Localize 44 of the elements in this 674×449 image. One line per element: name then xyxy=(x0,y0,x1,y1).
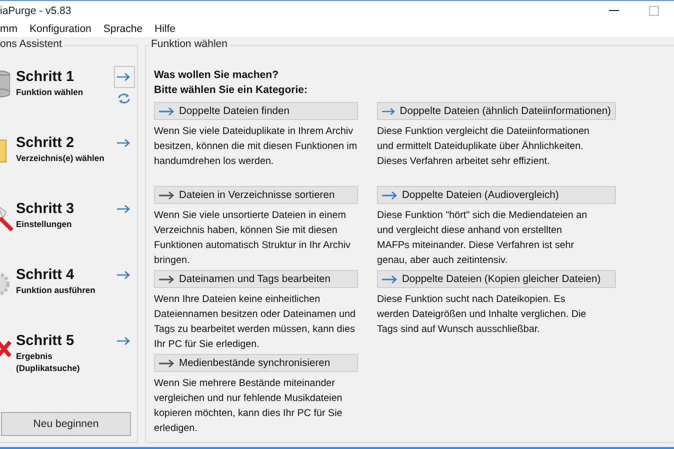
function-button[interactable]: Doppelte Dateien (Audiovergleich) xyxy=(377,186,616,204)
function-description: Diese Funktion sucht nach Dateikopien. Es werden Dateigrößen und Inhalte verglichen. Die Tags sind auf Wunsch ausschließbar. xyxy=(377,293,588,337)
panel-title: Funktion wählen xyxy=(149,38,230,50)
function-description: Wenn Sie viele Dateiduplikate in Ihrem Archiv besitzen, können die mit diesen Funktionen im handumdrehen los werden. xyxy=(154,125,358,169)
arrow-icon xyxy=(117,138,131,148)
question-text: Was wollen Sie machen? xyxy=(154,68,280,83)
function-button[interactable]: Doppelte Dateien finden xyxy=(154,102,358,120)
step-subtitle: Einstellungen xyxy=(16,218,73,230)
restart-button[interactable]: Neu beginnen xyxy=(1,412,131,436)
arrow-icon xyxy=(117,270,131,280)
function-description: Wenn Ihre Dateien keine einheitlichen Dateiennamen besitzen oder Dateinamen und Tags zu bearbeitet werden müssen, kann dies Ihr PC für Sie erledigen. xyxy=(154,293,356,352)
function-button[interactable]: Doppelte Dateien (Kopien gleicher Dateien) xyxy=(377,270,616,288)
function-description: Wenn Sie mehrere Bestände miteinander vergleichen und nur fehlende Musikdateien kopieren möchten, kann dies Ihr PC für Sie erledigen. xyxy=(154,377,344,436)
menu-item[interactable]: Sprache xyxy=(103,23,142,35)
menu-item[interactable]: Hilfe xyxy=(154,23,176,35)
next-button[interactable] xyxy=(114,66,134,88)
step-subtitle: Funktion ausführen xyxy=(16,284,96,296)
step-subtitle: Verzeichnis(e) wählen xyxy=(16,152,106,164)
function-button[interactable]: Dateien in Verzeichnisse sortieren xyxy=(154,186,358,204)
arrow-icon xyxy=(117,336,131,346)
panel-title: ons Assistent xyxy=(0,38,64,50)
arrow-icon xyxy=(117,204,131,214)
step-title: Schritt 5 xyxy=(16,332,76,350)
function-description: Diese Funktion "hört" sich die Mediendateien an und vergleicht diese anhand von erstellten MAFPs miteinander. Diese Verfahren ist sehr genau, aber auch zeitintensiv. xyxy=(377,209,588,268)
step-subtitle: Ergebnis (Duplikatsuche) xyxy=(16,350,81,374)
function-description: Wenn Sie viele unsortierte Dateien in einem Verzeichnis haben, können Sie mit diesen Funktionen automatisch Struktur in Ihr Archiv bringen. xyxy=(154,209,352,268)
maximize-icon[interactable] xyxy=(649,6,659,16)
menu-item[interactable]: mm xyxy=(0,23,18,35)
arrow-icon xyxy=(117,72,131,82)
refresh-icon[interactable] xyxy=(117,92,131,105)
step-title: Schritt 2 xyxy=(16,134,76,152)
function-description: Diese Funktion vergleicht die Dateiinformationen und ermittelt Dateiduplikate über Ähnlichkeiten. Dieses Verfahren arbeitet sehr effizient. xyxy=(377,125,590,169)
window-title: iaPurge - v5.83 xyxy=(0,5,72,17)
function-button[interactable]: Dateinamen und Tags bearbeiten xyxy=(154,270,358,288)
step-title: Schritt 1 xyxy=(16,68,76,86)
menu-item[interactable]: Konfiguration xyxy=(30,23,92,35)
step-title: Schritt 3 xyxy=(16,200,76,218)
step-title: Schritt 4 xyxy=(16,266,76,284)
minimize-icon[interactable] xyxy=(609,10,619,12)
function-button[interactable]: Doppelte Dateien (ähnlich Dateiinformationen) xyxy=(377,102,616,120)
function-button[interactable]: Medienbestände synchronisieren xyxy=(154,354,358,372)
step-subtitle: Funktion wählen xyxy=(16,86,84,98)
database-icon xyxy=(0,70,10,98)
prompt-text: Bitte wählen Sie ein Kategorie: xyxy=(154,83,308,98)
